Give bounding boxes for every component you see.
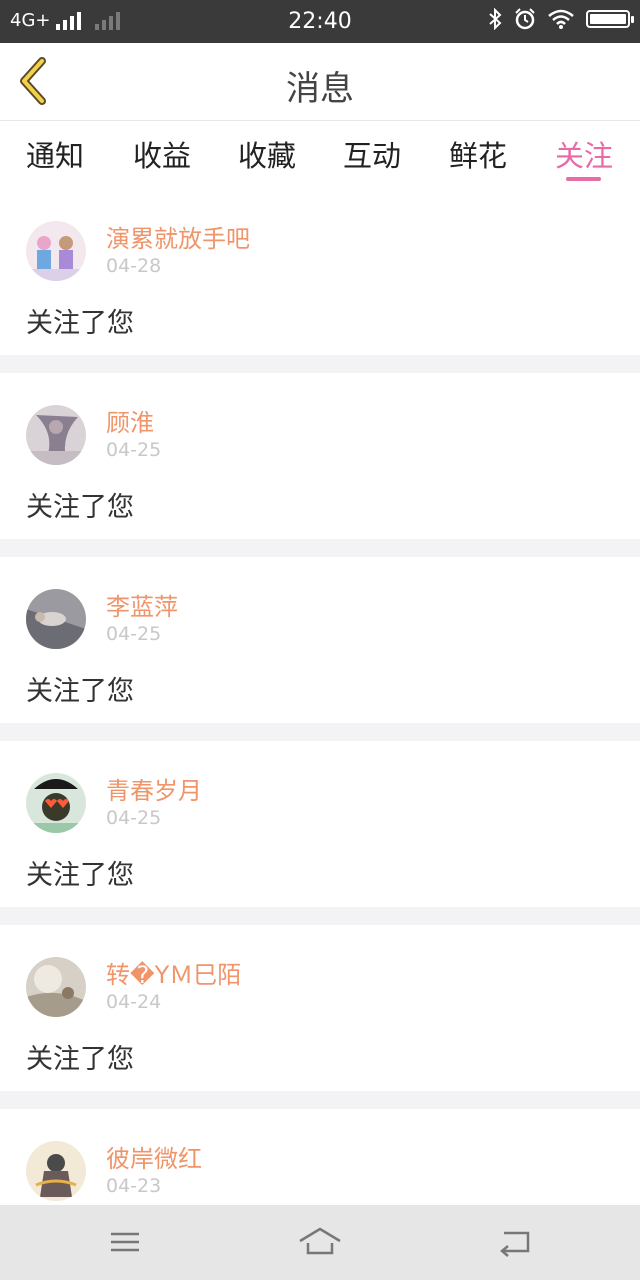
- notification-date: 04-25: [106, 807, 162, 829]
- notification-list: 演累就放手吧 04-28 关注了您 顾淮 04-25 关注了您 李蓝萍 04-2…: [0, 189, 640, 1275]
- tab-favorites[interactable]: 收藏: [238, 133, 296, 175]
- notification-date: 04-25: [106, 623, 162, 645]
- notification-date: 04-24: [106, 991, 162, 1013]
- tab-earnings[interactable]: 收益: [133, 133, 191, 175]
- avatar[interactable]: [26, 405, 86, 465]
- page-title: 消息: [286, 69, 354, 109]
- divider: [0, 1091, 640, 1109]
- notification-message: 关注了您: [26, 1044, 134, 1075]
- tab-flowers[interactable]: 鲜花: [449, 133, 507, 175]
- divider: [0, 539, 640, 557]
- avatar[interactable]: [26, 957, 86, 1017]
- list-item[interactable]: 青春岁月 04-25 关注了您: [0, 741, 640, 907]
- battery-icon: [586, 10, 634, 28]
- menu-icon[interactable]: [105, 1225, 145, 1259]
- user-name[interactable]: 转�YＭ巳陌: [106, 955, 241, 990]
- user-name[interactable]: 演累就放手吧: [106, 219, 250, 254]
- list-item[interactable]: 演累就放手吧 04-28 关注了您: [0, 189, 640, 355]
- notification-date: 04-28: [106, 255, 162, 277]
- avatar[interactable]: [26, 773, 86, 833]
- list-item[interactable]: 李蓝萍 04-25 关注了您: [0, 557, 640, 723]
- list-item[interactable]: 顾淮 04-25 关注了您: [0, 373, 640, 539]
- notification-message: 关注了您: [26, 676, 134, 707]
- user-name[interactable]: 顾淮: [106, 403, 154, 438]
- divider: [0, 907, 640, 925]
- status-icons: [488, 8, 634, 30]
- user-name[interactable]: 彼岸微红: [106, 1139, 202, 1174]
- notification-date: 04-23: [106, 1175, 162, 1197]
- notification-message: 关注了您: [26, 308, 134, 339]
- status-bar: 4G+ 22:40: [0, 0, 640, 43]
- back-nav-icon[interactable]: [496, 1225, 536, 1259]
- avatar[interactable]: [26, 221, 86, 281]
- list-item[interactable]: 转�YＭ巳陌 04-24 关注了您: [0, 925, 640, 1091]
- system-nav-bar: [0, 1205, 640, 1280]
- bluetooth-icon: [489, 8, 502, 30]
- tab-notice[interactable]: 通知: [26, 133, 84, 175]
- divider: [0, 355, 640, 373]
- wifi-icon: [548, 9, 574, 29]
- notification-message: 关注了您: [26, 492, 134, 523]
- home-icon[interactable]: [298, 1225, 342, 1259]
- user-name[interactable]: 李蓝萍: [106, 587, 178, 622]
- tab-follow[interactable]: 关注: [555, 133, 613, 175]
- tab-bar: 通知 收益 收藏 互动 鲜花 关注: [0, 121, 640, 189]
- notification-message: 关注了您: [26, 860, 134, 891]
- header-bar: 消息: [0, 43, 640, 121]
- alarm-icon: [515, 8, 535, 30]
- tab-indicator: [566, 177, 601, 181]
- divider: [0, 723, 640, 741]
- avatar[interactable]: [26, 1141, 86, 1201]
- avatar[interactable]: [26, 589, 86, 649]
- tab-interaction[interactable]: 互动: [343, 133, 401, 175]
- notification-date: 04-25: [106, 439, 162, 461]
- user-name[interactable]: 青春岁月: [106, 771, 202, 806]
